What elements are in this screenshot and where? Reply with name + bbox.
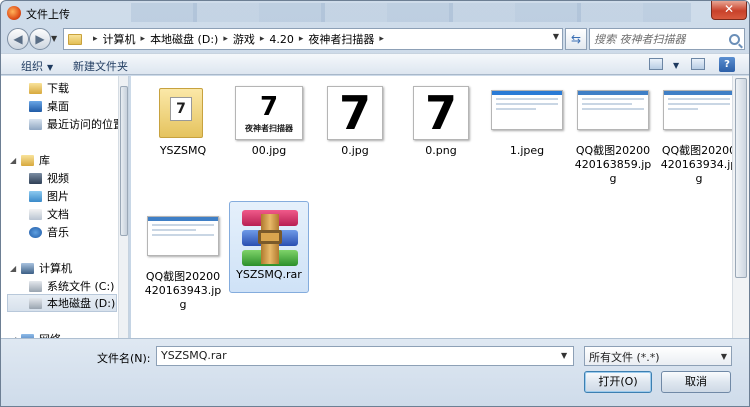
help-icon[interactable]: ? [719,57,735,72]
pictures-library-icon [29,190,42,202]
back-button[interactable]: ◀ [7,28,29,50]
folder-icon [68,33,82,45]
forward-button[interactable]: ▶ [29,28,51,50]
refresh-button[interactable]: ⇆ [565,28,587,50]
recent-places-icon [29,118,42,130]
file-list-scroll-thumb[interactable] [735,78,747,278]
breadcrumb-chevron-icon[interactable]: ▸ [141,34,146,44]
breadcrumb-4-20[interactable]: 4.20 ▸ [269,33,308,46]
filename-label: 文件名(N): [97,352,151,365]
folder-icon: 7 [159,88,203,138]
address-dropdown-icon[interactable]: ▼ [553,32,559,41]
breadcrumb-chevron-icon[interactable]: ▸ [93,34,98,44]
nav-item-network[interactable]: 网络 [21,330,61,338]
image-thumbnail [491,90,563,130]
file-item-image[interactable]: 1.jpeg [487,78,567,158]
file-item-folder[interactable]: 7 YSZSMQ [143,78,223,158]
file-item-image[interactable]: QQ截图20200420163934.jpg [659,78,739,186]
file-item-image[interactable]: 7 0.jpg [315,78,395,158]
chevron-down-icon: ▼ [47,63,54,72]
nav-item-videos[interactable]: 视频 [29,169,69,187]
documents-library-icon [29,208,42,220]
nav-pane-scrollbar[interactable] [118,76,128,338]
image-thumbnail [147,216,219,256]
file-upload-dialog: 文件上传 ✕ ◀ ▶ ▼ ▸ 计算机 ▸ 本地磁盘 (D:) ▸ 游戏 ▸ 4.20 ▸… [0,0,750,407]
address-bar[interactable]: ▸ 计算机 ▸ 本地磁盘 (D:) ▸ 游戏 ▸ 4.20 ▸ 夜神者扫描器 ▸ ▼ [63,28,563,50]
breadcrumb-chevron-icon[interactable]: ▸ [379,34,384,44]
video-library-icon [29,172,42,184]
search-input[interactable]: 搜索 夜神者扫描器 [589,28,745,50]
app-icon [7,6,21,20]
file-list-scrollbar[interactable] [732,76,749,338]
image-thumbnail [663,90,735,130]
organize-menu[interactable]: 组织 ▼ [21,58,53,74]
image-thumbnail: 7 [413,86,469,140]
nav-item-downloads[interactable]: 下载 [29,79,69,97]
command-toolbar: 组织 ▼ 新建文件夹 ▼ ? [1,53,749,75]
breadcrumb-current-folder[interactable]: 夜神者扫描器 ▸ [308,31,389,47]
music-library-icon [29,226,42,238]
new-folder-button[interactable]: 新建文件夹 [73,58,128,74]
change-view-icon[interactable] [649,58,663,70]
nav-item-library[interactable]: 库 [21,151,50,169]
breadcrumb-chevron-icon[interactable]: ▸ [260,34,265,44]
file-item-image[interactable]: QQ截图20200420163943.jpg [143,204,223,312]
nav-pane-scroll-thumb[interactable] [120,86,128,236]
rar-archive-icon [239,208,301,268]
file-type-select[interactable]: 所有文件 (*.*) ▼ [584,346,732,366]
cancel-button[interactable]: 取消 [661,371,731,393]
search-placeholder: 搜索 夜神者扫描器 [594,33,686,46]
nav-item-recent-places[interactable]: 最近访问的位置 [29,115,124,133]
nav-item-drive-c[interactable]: 系统文件 (C:) [29,277,114,295]
computer-expander-icon[interactable]: ◢ [10,264,16,273]
nav-item-documents[interactable]: 文档 [29,205,69,223]
breadcrumb-games[interactable]: 游戏 ▸ [233,31,270,47]
image-thumbnail: 7 夜神者扫描器 [235,86,303,140]
refresh-icon: ⇆ [570,32,582,46]
navigation-pane: 下载 桌面 最近访问的位置 ◢ 库 视频 图片 文档 音乐 ◢ 计算机 系统文件… [1,76,129,338]
nav-item-desktop[interactable]: 桌面 [29,97,69,115]
recent-pages-dropdown-icon[interactable]: ▼ [51,34,57,43]
background-browser-tabs [131,3,691,22]
image-thumbnail: 7 [327,86,383,140]
file-item-image[interactable]: 7 0.png [401,78,481,158]
download-folder-icon [29,82,42,94]
search-icon [729,33,740,45]
file-item-image[interactable]: 7 夜神者扫描器 00.jpg [229,78,309,158]
breadcrumb-chevron-icon[interactable]: ▸ [299,34,304,44]
nav-item-computer[interactable]: 计算机 [21,259,72,277]
file-list: 7 YSZSMQ 7 夜神者扫描器 00.jpg 7 0.jpg 7 0.png… [131,76,749,338]
breadcrumb-chevron-icon[interactable]: ▸ [223,34,228,44]
preview-pane-icon[interactable] [691,58,705,70]
dialog-footer: 文件名(N): YSZSMQ.rar ▼ 所有文件 (*.*) ▼ 打开(O) … [1,338,749,406]
library-icon [21,154,34,166]
chevron-down-icon: ▼ [720,352,727,361]
breadcrumb-computer[interactable]: 计算机 ▸ [103,31,151,47]
library-expander-icon[interactable]: ◢ [10,156,16,165]
file-item-archive-selected[interactable]: YSZSMQ.rar [229,201,309,293]
view-options-dropdown-icon[interactable]: ▼ [669,58,679,71]
open-button[interactable]: 打开(O) [584,371,652,393]
close-button[interactable]: ✕ [711,1,747,20]
title-bar[interactable]: 文件上传 ✕ [1,1,749,25]
computer-icon [21,262,34,274]
hard-drive-icon [29,297,42,309]
breadcrumb-drive-d[interactable]: 本地磁盘 (D:) ▸ [150,31,233,47]
file-item-image[interactable]: QQ截图20200420163859.jpg [573,78,653,186]
desktop-icon [29,100,42,112]
filename-dropdown-icon[interactable]: ▼ [561,351,567,360]
nav-item-drive-d[interactable]: 本地磁盘 (D:) [7,294,117,312]
window-title: 文件上传 [26,8,70,21]
nav-item-music[interactable]: 音乐 [29,223,69,241]
image-thumbnail [577,90,649,130]
system-drive-icon [29,280,42,292]
nav-item-pictures[interactable]: 图片 [29,187,69,205]
filename-input[interactable]: YSZSMQ.rar [156,346,574,366]
